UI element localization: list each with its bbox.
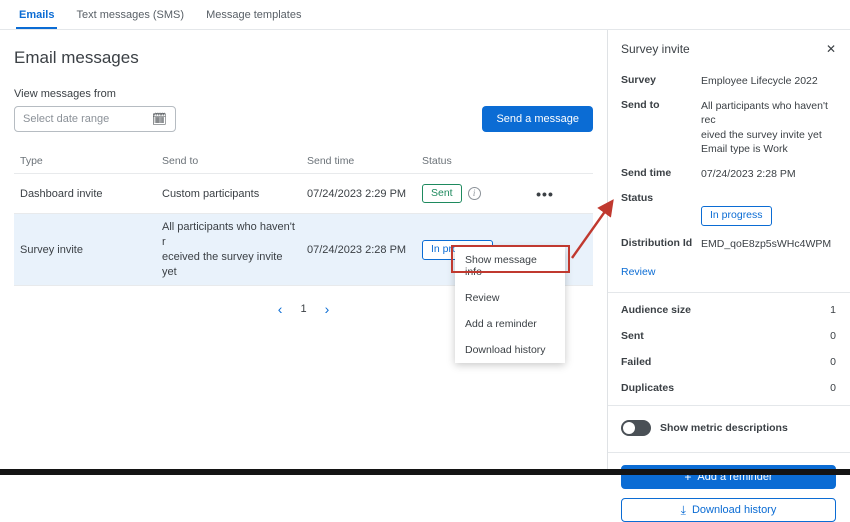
menu-item-review[interactable]: Review: [455, 285, 565, 311]
panel-title: Survey invite: [621, 42, 690, 56]
close-icon[interactable]: ✕: [826, 42, 836, 56]
review-link[interactable]: Review: [621, 266, 655, 278]
calendar-icon: 🗓: [152, 113, 167, 125]
next-page-button[interactable]: ›: [325, 302, 330, 316]
download-history-button[interactable]: ⤓ Download history: [621, 498, 836, 522]
divider: [608, 405, 850, 406]
tab-text-messages-sms[interactable]: Text messages (SMS): [65, 0, 195, 29]
field-label-status: Status: [621, 192, 701, 226]
row-send-to: Custom participants: [156, 182, 301, 206]
date-range-placeholder: Select date range: [23, 113, 109, 125]
prev-page-button[interactable]: ‹: [278, 302, 283, 316]
metric-value-audience-size: 1: [830, 304, 836, 316]
menu-item-show-message-info[interactable]: Show message info: [455, 247, 565, 285]
content: Email messages View messages from Select…: [0, 30, 850, 469]
bottom-bar: [0, 469, 850, 475]
table-header-row: Type Send to Send time Status: [14, 148, 593, 174]
table-row[interactable]: Dashboard invite Custom participants 07/…: [14, 174, 593, 214]
field-label-send-to: Send to: [621, 99, 701, 156]
metric-value-sent: 0: [830, 330, 836, 342]
panel-status-badge: In progress: [701, 206, 772, 226]
top-nav: Emails Text messages (SMS) Message templ…: [0, 0, 850, 30]
metric-value-failed: 0: [830, 356, 836, 368]
field-value-survey: Employee Lifecycle 2022: [701, 74, 836, 88]
metric-value-duplicates: 0: [830, 382, 836, 394]
toolbar-row: Select date range 🗓 Send a message: [14, 106, 593, 132]
toggle-label: Show metric descriptions: [660, 422, 788, 434]
column-header-send-to: Send to: [156, 149, 301, 173]
column-header-status: Status: [416, 149, 513, 173]
metric-row: Duplicates 0: [621, 375, 836, 401]
row-type: Dashboard invite: [14, 182, 156, 206]
tab-emails[interactable]: Emails: [8, 0, 65, 29]
message-info-panel: Survey invite ✕ Survey Employee Lifecycl…: [607, 30, 850, 469]
page-title: Email messages: [14, 48, 593, 68]
field-label-distribution-id: Distribution Id: [621, 237, 701, 251]
page-number[interactable]: 1: [300, 303, 306, 315]
show-metric-descriptions-toggle[interactable]: [621, 420, 651, 436]
row-send-time: 07/24/2023 2:29 PM: [301, 182, 416, 206]
row-actions-menu-button[interactable]: •••: [513, 186, 593, 202]
status-badge: Sent: [422, 184, 462, 204]
date-range-input[interactable]: Select date range 🗓: [14, 106, 176, 132]
info-icon[interactable]: i: [468, 187, 481, 200]
app-root: Emails Text messages (SMS) Message templ…: [0, 0, 850, 475]
tab-message-templates[interactable]: Message templates: [195, 0, 312, 29]
metric-row: Audience size 1: [621, 297, 836, 323]
metric-row: Failed 0: [621, 349, 836, 375]
column-header-send-time: Send time: [301, 149, 416, 173]
send-message-button[interactable]: Send a message: [482, 106, 593, 132]
field-label-survey: Survey: [621, 74, 701, 88]
metric-label-duplicates: Duplicates: [621, 382, 674, 394]
field-value-send-to: All participants who haven't rec eived t…: [701, 99, 836, 156]
metric-row: Sent 0: [621, 323, 836, 349]
menu-item-download-history[interactable]: Download history: [455, 337, 565, 363]
column-header-type: Type: [14, 149, 156, 173]
menu-item-add-a-reminder[interactable]: Add a reminder: [455, 311, 565, 337]
metric-label-sent: Sent: [621, 330, 644, 342]
divider: [608, 452, 850, 453]
metric-label-audience-size: Audience size: [621, 304, 691, 316]
metric-label-failed: Failed: [621, 356, 651, 368]
divider: [608, 292, 850, 293]
download-icon: ⤓: [681, 504, 686, 516]
row-send-time: 07/24/2023 2:28 PM: [301, 238, 416, 262]
field-value-send-time: 07/24/2023 2:28 PM: [701, 167, 836, 181]
row-send-to: All participants who haven't r eceived t…: [156, 214, 301, 285]
row-context-menu: Show message info Review Add a reminder …: [455, 247, 565, 363]
filter-label: View messages from: [14, 88, 593, 100]
field-value-distribution-id: EMD_qoE8zp5sWHc4WPM: [701, 237, 836, 251]
row-type: Survey invite: [14, 238, 156, 262]
field-label-send-time: Send time: [621, 167, 701, 181]
